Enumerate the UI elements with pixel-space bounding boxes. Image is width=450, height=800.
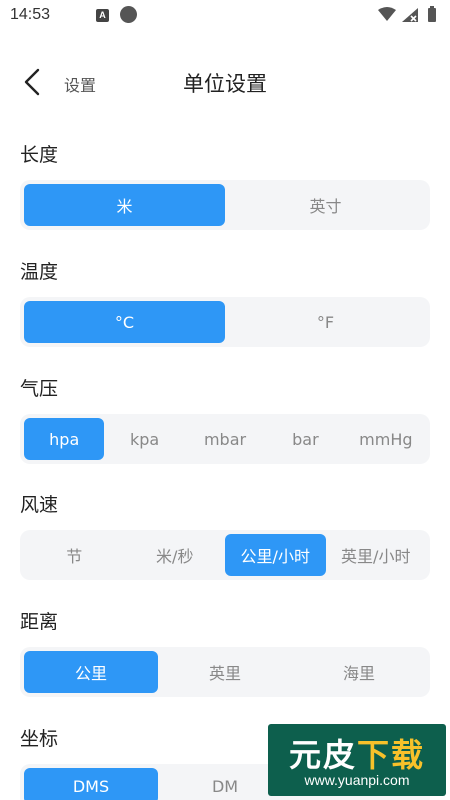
watermark-logo: 元皮下载 www.yuanpi.com <box>268 724 446 796</box>
temperature-selector: °C °F <box>20 297 430 347</box>
coordinate-label: 坐标 <box>20 728 59 750</box>
notification-a-icon: A <box>96 9 109 22</box>
watermark-title-part2: 下载 <box>357 736 426 774</box>
pressure-selector: hpa kpa mbar bar mmHg <box>20 414 430 464</box>
wind-speed-label: 风速 <box>20 494 59 516</box>
watermark-url: www.yuanpi.com <box>304 772 410 788</box>
notification-dot-icon <box>120 6 137 23</box>
status-bar: 14:53 A <box>0 0 450 30</box>
pressure-label: 气压 <box>20 378 59 400</box>
wind-option-mps[interactable]: 米/秒 <box>125 534 226 576</box>
page-title: 单位设置 <box>183 72 267 96</box>
pressure-option-mbar[interactable]: mbar <box>185 418 265 460</box>
pressure-option-bar[interactable]: bar <box>265 418 345 460</box>
pressure-option-kpa[interactable]: kpa <box>104 418 184 460</box>
coordinate-option-dms[interactable]: DMS <box>24 768 158 800</box>
wind-option-mph[interactable]: 英里/小时 <box>326 534 427 576</box>
watermark-title-part1: 元皮 <box>288 736 357 774</box>
length-label: 长度 <box>20 144 59 166</box>
temperature-option-celsius[interactable]: °C <box>24 301 225 343</box>
status-time: 14:53 <box>10 6 51 23</box>
distance-label: 距离 <box>20 611 59 633</box>
distance-selector: 公里 英里 海里 <box>20 647 430 697</box>
temperature-label: 温度 <box>20 261 59 283</box>
distance-option-nautical-mile[interactable]: 海里 <box>292 651 426 693</box>
wind-speed-selector: 节 米/秒 公里/小时 英里/小时 <box>20 530 430 580</box>
pressure-option-hpa[interactable]: hpa <box>24 418 105 460</box>
pressure-option-mmhg[interactable]: mmHg <box>346 418 426 460</box>
battery-icon <box>428 8 436 22</box>
distance-option-mile[interactable]: 英里 <box>158 651 292 693</box>
distance-option-km[interactable]: 公里 <box>24 651 158 693</box>
system-status-icons <box>378 6 436 22</box>
temperature-option-fahrenheit[interactable]: °F <box>225 301 426 343</box>
wind-option-kmh[interactable]: 公里/小时 <box>225 534 326 576</box>
header: 设置 单位设置 <box>0 60 450 104</box>
length-selector: 米 英寸 <box>20 180 430 230</box>
wind-option-knot[interactable]: 节 <box>24 534 125 576</box>
length-option-meter[interactable]: 米 <box>24 184 225 226</box>
length-option-inch[interactable]: 英寸 <box>225 184 426 226</box>
wifi-icon <box>378 7 396 21</box>
